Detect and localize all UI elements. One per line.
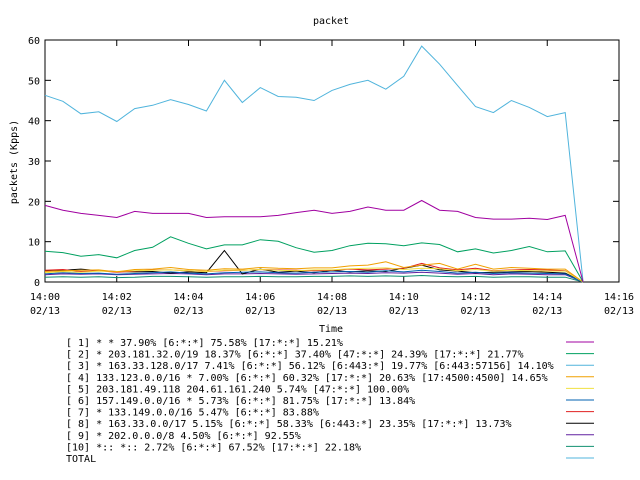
y-tick-label: 40 [28,117,40,128]
x-tick-time-label: 14:02 [102,292,132,303]
x-tick-date-label: 02/13 [245,306,275,317]
x-tick-time-label: 14:00 [30,292,60,303]
x-tick-date-label: 02/13 [389,306,419,317]
x-tick-time-label: 14:08 [317,292,347,303]
plot-frame [44,39,620,283]
x-tick-date-label: 02/13 [30,306,60,317]
legend-label: [ 7] * 133.149.0.0/16 5.47% [6:*:*] 83.8… [66,408,319,419]
y-tick-label: 30 [28,157,40,168]
series-line-2 [44,236,584,283]
x-tick-date-label: 02/13 [532,306,562,317]
legend-label: [10] *:: *:: 2.72% [6:*:*] 67.52% [17:*:… [66,442,361,453]
x-tick-date-label: 02/13 [604,306,634,317]
y-axis-label: packets (Kpps) [9,120,20,204]
x-axis-label: Time [319,324,343,335]
chart-title: packet [313,16,349,27]
legend-label: [ 2] * 203.181.32.0/19 18.37% [6:*:*] 37… [66,350,524,361]
x-tick-time-label: 14:12 [460,292,490,303]
legend-label: [ 8] * 163.33.0.0/17 5.15% [6:*:*] 58.33… [66,419,512,430]
legend-label: [ 5] 203.181.49.118 204.61.161.240 5.74%… [66,384,409,395]
x-tick-date-label: 02/13 [102,306,132,317]
y-tick-label: 50 [28,76,40,87]
x-tick-date-label: 02/13 [173,306,203,317]
y-tick-label: 10 [28,238,40,249]
legend-label: [ 4] 133.123.0.0/16 * 7.00% [6:*:*] 60.3… [66,373,548,384]
series-line-3 [44,45,584,283]
x-tick-date-label: 02/13 [460,306,490,317]
legend-label: TOTAL [66,454,96,465]
series-line-10 [44,274,584,283]
x-tick-time-label: 14:04 [173,292,203,303]
packet-chart: packet packets (Kpps) Time 0 10 20 30 40 50 60… [9,16,634,465]
legend: [ 1] * * 37.90% [6:*:*] 75.58% [17:*:*] … [66,338,594,465]
x-tick-date-label: 02/13 [317,306,347,317]
legend-label: [ 9] * 202.0.0.0/8 4.50% [6:*:*] 92.55% [66,431,301,442]
legend-label: [ 6] 157.149.0.0/16 * 5.73% [6:*:*] 81.7… [66,396,415,407]
x-tick-time-label: 14:06 [245,292,275,303]
y-tick-label: 60 [28,36,40,47]
x-tick-time-label: 14:14 [532,292,562,303]
legend-label: [ 1] * * 37.90% [6:*:*] 75.58% [17:*:*] … [66,338,343,349]
x-tick-time-label: 14:10 [389,292,419,303]
y-tick-label: 20 [28,197,40,208]
series-lines [44,45,584,283]
y-tick-label: 0 [34,278,40,289]
legend-label: [ 3] * 163.33.128.0/17 7.41% [6:*:*] 56.… [66,361,554,372]
x-tick-time-label: 14:16 [604,292,634,303]
